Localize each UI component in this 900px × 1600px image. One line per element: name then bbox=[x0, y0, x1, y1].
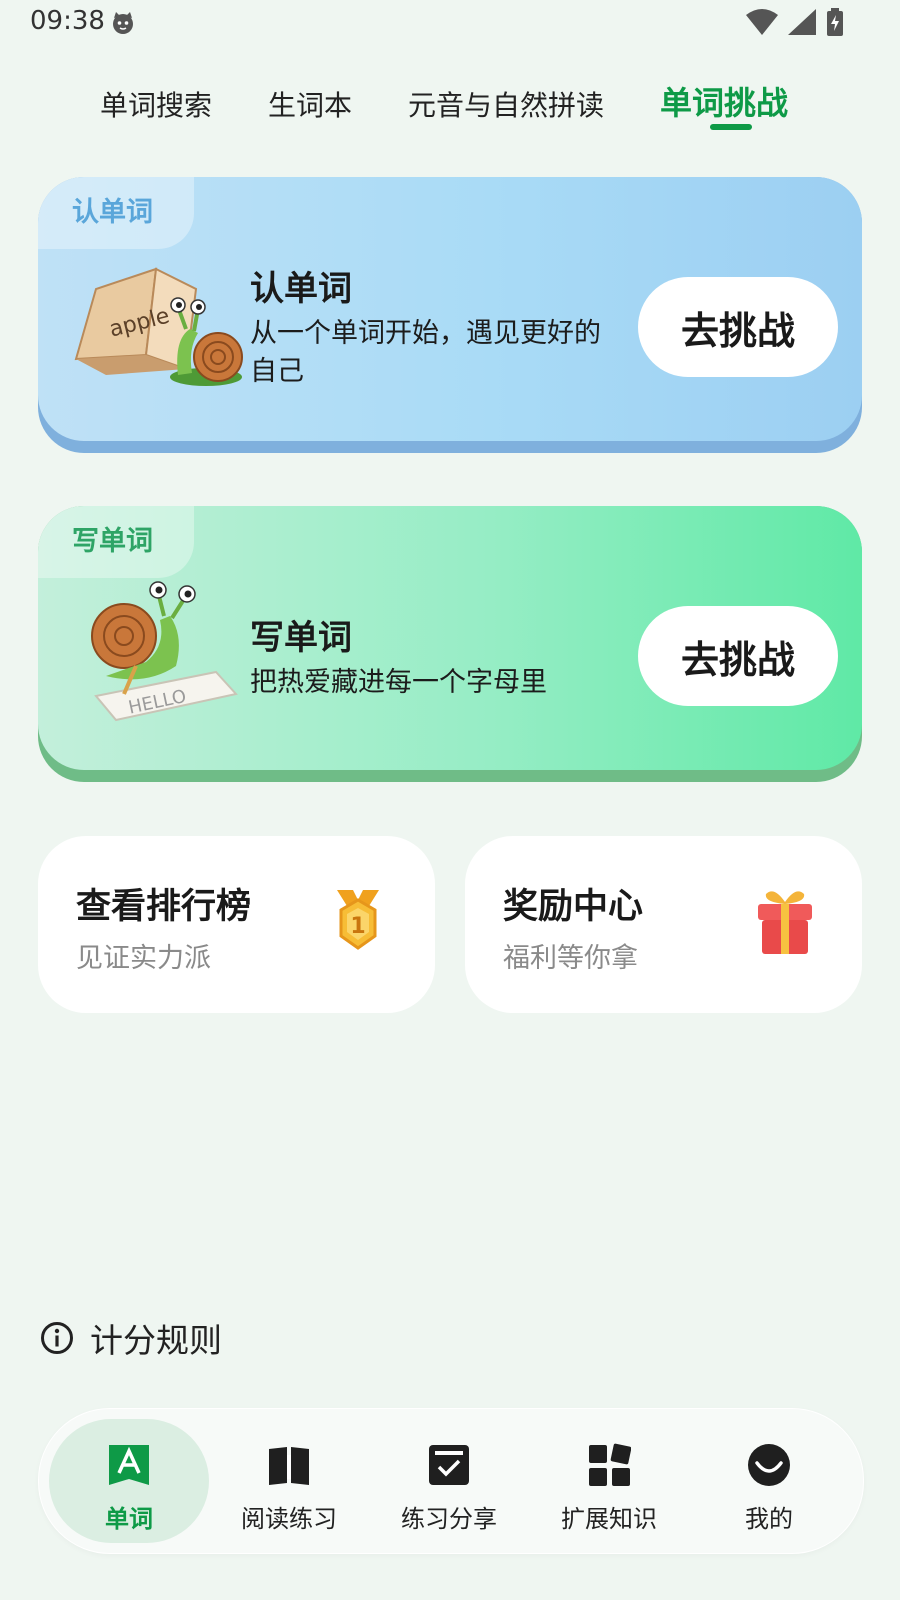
nav-label: 我的 bbox=[745, 1505, 793, 1533]
nav-item-practice-share[interactable]: 练习分享 bbox=[369, 1419, 529, 1543]
battery-icon bbox=[827, 8, 843, 36]
medal-icon: 1 bbox=[337, 890, 379, 950]
card-title: 写单词 bbox=[250, 618, 352, 658]
leaderboard-subtitle: 见证实力派 bbox=[76, 943, 211, 974]
word-icon bbox=[109, 1445, 149, 1485]
top-tabs: 单词搜索 生词本 元音与自然拼读 单词挑战 bbox=[0, 78, 900, 138]
nav-label: 阅读练习 bbox=[241, 1505, 337, 1533]
bottom-navigation: 单词 阅读练习 练习分享 扩展知识 我的 bbox=[38, 1408, 864, 1554]
write-words-card[interactable]: 写单词 HELLO 写单词 把热爱藏进每一个字母里 去挑战 bbox=[38, 506, 862, 782]
check-box-icon bbox=[429, 1445, 469, 1485]
nav-label: 单词 bbox=[105, 1505, 153, 1533]
profile-icon bbox=[748, 1444, 790, 1486]
status-indicators bbox=[746, 8, 844, 36]
card-tag: 写单词 bbox=[38, 506, 194, 578]
recognize-words-card[interactable]: 认单词 apple 认单词 从一个单词开始，遇见更好的自己 去挑战 bbox=[38, 177, 862, 453]
go-challenge-button[interactable]: 去挑战 bbox=[638, 606, 838, 706]
tab-vocabulary-book[interactable]: 生词本 bbox=[268, 84, 352, 124]
card-tag: 认单词 bbox=[38, 177, 194, 249]
tab-word-challenge[interactable]: 单词挑战 bbox=[660, 78, 788, 124]
nav-label: 练习分享 bbox=[401, 1505, 497, 1533]
cat-notification-icon bbox=[113, 12, 133, 34]
nav-item-words[interactable]: 单词 bbox=[49, 1419, 209, 1543]
status-time: 09:38 bbox=[30, 6, 105, 36]
nav-item-reading-practice[interactable]: 阅读练习 bbox=[209, 1419, 369, 1543]
card-title: 认单词 bbox=[250, 269, 352, 309]
card-face: 写单词 HELLO 写单词 把热爱藏进每一个字母里 去挑战 bbox=[38, 506, 862, 770]
card-face: 认单词 apple 认单词 从一个单词开始，遇见更好的自己 去挑战 bbox=[38, 177, 862, 441]
nav-item-extended-knowledge[interactable]: 扩展知识 bbox=[529, 1419, 689, 1543]
scoring-rules-link[interactable]: 计分规则 bbox=[40, 1314, 222, 1362]
blocks-icon bbox=[589, 1443, 631, 1486]
svg-text:1: 1 bbox=[350, 914, 365, 939]
rewards-subtitle: 福利等你拿 bbox=[503, 943, 638, 974]
wifi-icon bbox=[746, 9, 778, 35]
card-description: 从一个单词开始，遇见更好的自己 bbox=[250, 318, 601, 387]
gift-icon bbox=[758, 891, 812, 954]
card-description: 把热爱藏进每一个字母里 bbox=[250, 667, 547, 698]
scoring-rules-label: 计分规则 bbox=[90, 1321, 222, 1360]
leaderboard-title: 查看排行榜 bbox=[76, 887, 252, 927]
go-challenge-button[interactable]: 去挑战 bbox=[638, 277, 838, 377]
signal-icon bbox=[788, 9, 816, 35]
nav-label: 扩展知识 bbox=[561, 1505, 657, 1533]
writing-snail-illustration: HELLO bbox=[91, 581, 238, 722]
info-icon bbox=[41, 1322, 73, 1354]
book-icon bbox=[269, 1447, 309, 1485]
nav-item-profile[interactable]: 我的 bbox=[689, 1419, 849, 1543]
tab-word-search[interactable]: 单词搜索 bbox=[100, 84, 212, 124]
leaderboard-card[interactable]: 查看排行榜 见证实力派 1 bbox=[38, 836, 435, 1013]
active-tab-indicator bbox=[710, 124, 752, 130]
rewards-center-card[interactable]: 奖励中心 福利等你拿 bbox=[465, 836, 862, 1013]
rewards-title: 奖励中心 bbox=[503, 887, 644, 927]
tab-vowels-phonics[interactable]: 元音与自然拼读 bbox=[408, 84, 604, 124]
status-bar: 09:38 bbox=[0, 0, 900, 48]
book-snail-illustration: apple bbox=[74, 267, 243, 386]
